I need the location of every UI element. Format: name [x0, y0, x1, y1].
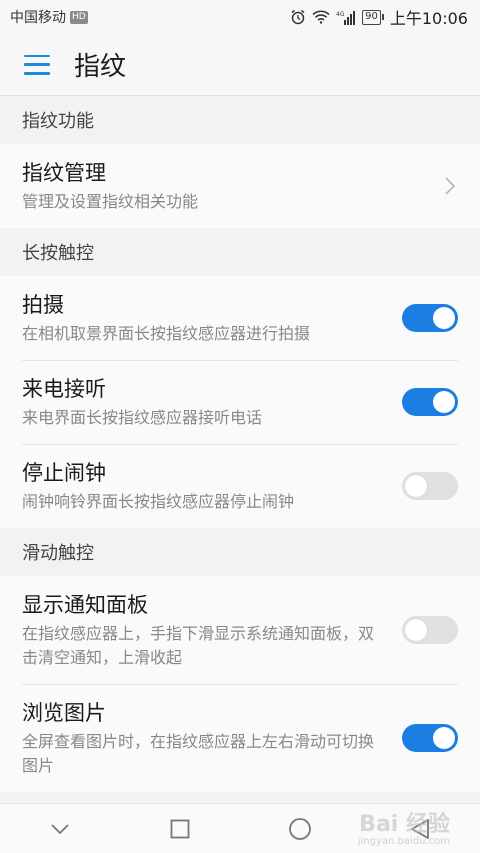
- triangle-back-icon: [411, 818, 429, 839]
- row-browse-photos[interactable]: 浏览图片 全屏查看图片时，在指纹感应器上左右滑动可切换图片: [0, 684, 480, 792]
- row-text: 来电接听 来电界面长按指纹感应器接听电话: [22, 374, 402, 430]
- row-subtitle: 在指纹感应器上，手指下滑显示系统通知面板，双击清空通知，上滑收起: [22, 624, 375, 667]
- row-title: 停止闹钟: [22, 461, 106, 485]
- status-bar: 中国移动 HD 4G 90 上午10:06: [0, 0, 480, 34]
- row-title: 指纹管理: [22, 161, 106, 185]
- row-notification-panel[interactable]: 显示通知面板 在指纹感应器上，手指下滑显示系统通知面板，双击清空通知，上滑收起: [0, 576, 480, 684]
- row-capture[interactable]: 拍摄 在相机取景界面长按指纹感应器进行拍摄: [0, 276, 480, 360]
- svg-text:4G: 4G: [336, 11, 345, 18]
- status-time: 上午10:06: [389, 9, 468, 28]
- home-button[interactable]: [270, 804, 330, 853]
- section-swipe: 显示通知面板 在指纹感应器上，手指下滑显示系统通知面板，双击清空通知，上滑收起 …: [0, 576, 480, 792]
- alarm-icon: [290, 9, 306, 25]
- hamburger-icon: [24, 54, 50, 75]
- row-answer-call[interactable]: 来电接听 来电界面长按指纹感应器接听电话: [0, 360, 480, 444]
- toggle-knob: [433, 307, 455, 329]
- section-fingerprint-functions: 指纹管理 管理及设置指纹相关功能: [0, 144, 480, 228]
- row-title: 来电接听: [22, 377, 106, 401]
- row-text: 拍摄 在相机取景界面长按指纹感应器进行拍摄: [22, 290, 402, 346]
- row-subtitle: 管理及设置指纹相关功能: [22, 192, 199, 211]
- row-subtitle: 全屏查看图片时，在指纹感应器上左右滑动可切换图片: [22, 732, 375, 775]
- battery-tip: [381, 14, 384, 20]
- navigation-bar: [0, 803, 480, 853]
- section-header-fingerprint-functions: 指纹功能: [0, 96, 480, 144]
- status-left: 中国移动 HD: [10, 7, 88, 27]
- chevron-right-icon: [442, 176, 458, 196]
- page-title: 指纹: [74, 52, 127, 82]
- app-bar: 指纹: [0, 34, 480, 96]
- row-text: 显示通知面板 在指纹感应器上，手指下滑显示系统通知面板，双击清空通知，上滑收起: [22, 590, 402, 670]
- square-icon: [170, 819, 190, 838]
- toggle-knob: [405, 619, 427, 641]
- row-text: 停止闹钟 闹钟响铃界面长按指纹感应器停止闹钟: [22, 458, 402, 514]
- row-text: 浏览图片 全屏查看图片时，在指纹感应器上左右滑动可切换图片: [22, 698, 402, 778]
- status-right: 4G 90 上午10:06: [290, 5, 468, 29]
- row-fingerprint-management[interactable]: 指纹管理 管理及设置指纹相关功能: [0, 144, 480, 228]
- settings-content[interactable]: 指纹功能 指纹管理 管理及设置指纹相关功能 长按触控 拍摄 在相机取景界面长按指…: [0, 96, 480, 803]
- back-button[interactable]: [390, 804, 450, 853]
- hide-nav-button[interactable]: [30, 804, 90, 853]
- row-text: 指纹管理 管理及设置指纹相关功能: [22, 158, 442, 214]
- circle-icon: [289, 817, 311, 840]
- stop-alarm-toggle[interactable]: [402, 472, 458, 500]
- section-long-press: 拍摄 在相机取景界面长按指纹感应器进行拍摄 来电接听 来电界面长按指纹感应器接听…: [0, 276, 480, 528]
- row-title: 拍摄: [22, 293, 64, 317]
- row-subtitle: 在相机取景界面长按指纹感应器进行拍摄: [22, 324, 311, 343]
- toggle-knob: [433, 391, 455, 413]
- section-header-swipe: 滑动触控: [0, 528, 480, 576]
- toggle-knob: [405, 475, 427, 497]
- battery-icon: 90: [362, 9, 384, 25]
- row-title: 显示通知面板: [22, 593, 148, 617]
- answer-call-toggle[interactable]: [402, 388, 458, 416]
- section-header-long-press: 长按触控: [0, 228, 480, 276]
- row-subtitle: 来电界面长按指纹感应器接听电话: [22, 408, 263, 427]
- row-subtitle: 闹钟响铃界面长按指纹感应器停止闹钟: [22, 492, 295, 511]
- signal-icon: 4G: [336, 10, 356, 25]
- browse-photos-toggle[interactable]: [402, 724, 458, 752]
- row-title: 浏览图片: [22, 701, 106, 725]
- notification-panel-toggle[interactable]: [402, 616, 458, 644]
- capture-toggle[interactable]: [402, 304, 458, 332]
- chevron-down-icon: [51, 823, 69, 834]
- row-stop-alarm[interactable]: 停止闹钟 闹钟响铃界面长按指纹感应器停止闹钟: [0, 444, 480, 528]
- toggle-knob: [433, 727, 455, 749]
- wifi-icon: [312, 10, 330, 24]
- carrier-name: 中国移动: [10, 10, 66, 26]
- hd-badge: HD: [70, 10, 88, 24]
- menu-button[interactable]: [0, 34, 74, 96]
- battery-level: 90: [362, 9, 381, 25]
- recents-button[interactable]: [150, 804, 210, 853]
